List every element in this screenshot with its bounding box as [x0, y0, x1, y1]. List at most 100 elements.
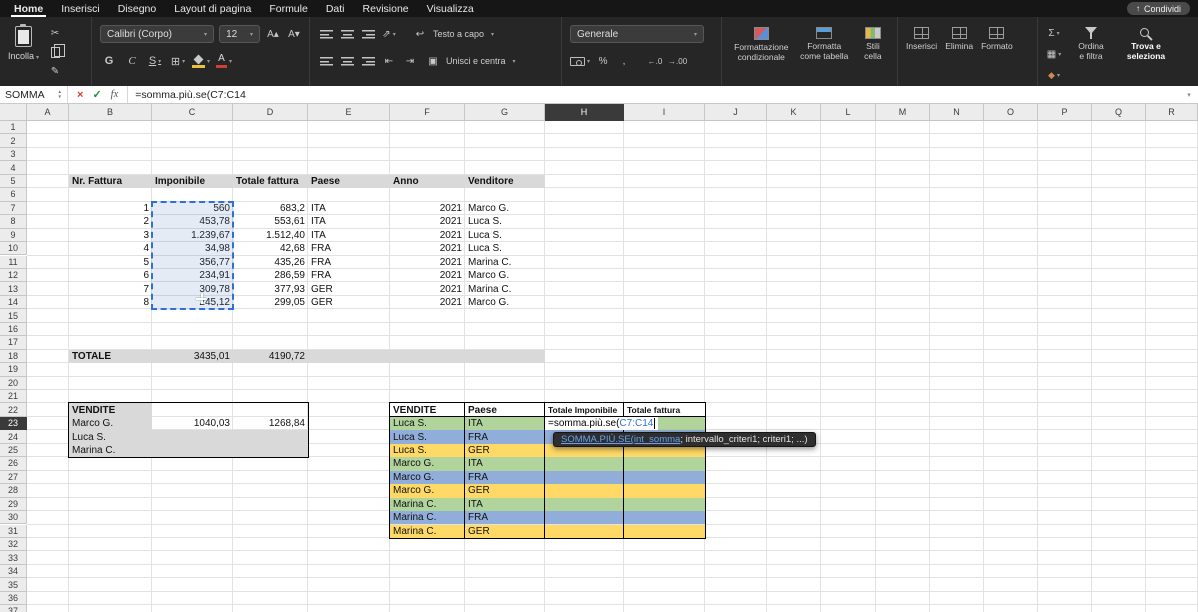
cell-D9[interactable]: 1.512,40 — [233, 229, 308, 242]
cell-I28[interactable] — [624, 484, 705, 497]
confirm-entry-button[interactable]: ✓ — [92, 88, 101, 101]
row-header-30[interactable]: 30 — [0, 511, 27, 524]
align-top-button[interactable] — [318, 27, 334, 42]
column-header-N[interactable]: N — [930, 104, 984, 121]
cell-B12[interactable]: 6 — [69, 269, 152, 282]
row-header-4[interactable]: 4 — [0, 161, 27, 174]
cell-C10[interactable]: 34,98 — [152, 242, 233, 255]
number-format-select[interactable]: Generale ▾ — [570, 25, 704, 43]
cell-F18[interactable] — [390, 350, 465, 363]
ribbon-tab-layout-di-pagina[interactable]: Layout di pagina — [174, 0, 251, 17]
cell-B23[interactable]: Marco G. — [69, 417, 152, 430]
cell-I31[interactable] — [624, 525, 705, 538]
row-header-21[interactable]: 21 — [0, 390, 27, 403]
cell-F26[interactable]: Marco G. — [390, 457, 465, 470]
cell-H29[interactable] — [545, 498, 624, 511]
cell-F9[interactable]: 2021 — [390, 229, 465, 242]
ribbon-tab-revisione[interactable]: Revisione — [363, 0, 409, 17]
cell-F29[interactable]: Marina C. — [390, 498, 465, 511]
column-header-M[interactable]: M — [876, 104, 930, 121]
fill-button[interactable]: ▦▾ — [1046, 47, 1062, 62]
tooltip-function-link[interactable]: SOMMA.PIÙ.SE(int_somma — [561, 434, 680, 445]
row-header-6[interactable]: 6 — [0, 188, 27, 201]
cell-F24[interactable]: Luca S. — [390, 430, 465, 443]
font-size-select[interactable]: 12 ▾ — [219, 25, 260, 43]
cell-G24[interactable]: FRA — [465, 430, 545, 443]
row-header-7[interactable]: 7 — [0, 202, 27, 215]
insert-cells-button[interactable]: Inserisci — [906, 24, 937, 84]
cell-H27[interactable] — [545, 471, 624, 484]
ribbon-tab-home[interactable]: Home — [14, 0, 43, 17]
format-cells-button[interactable]: Formato — [981, 24, 1013, 84]
row-header-9[interactable]: 9 — [0, 229, 27, 242]
cell-G14[interactable]: Marco G. — [465, 296, 545, 309]
select-all-corner[interactable] — [0, 104, 27, 121]
cell-G26[interactable]: ITA — [465, 457, 545, 470]
cell-E13[interactable]: GER — [308, 282, 390, 295]
row-header-11[interactable]: 11 — [0, 256, 27, 269]
increase-indent-button[interactable]: ⇥ — [402, 54, 418, 69]
cell-F14[interactable]: 2021 — [390, 296, 465, 309]
column-header-A[interactable]: A — [27, 104, 69, 121]
column-header-F[interactable]: F — [390, 104, 465, 121]
align-middle-button[interactable] — [339, 27, 355, 42]
cell-I29[interactable] — [624, 498, 705, 511]
cell-G27[interactable]: FRA — [465, 471, 545, 484]
cell-G18[interactable] — [465, 350, 545, 363]
cell-D18[interactable]: 4190,72 — [233, 350, 308, 363]
invoice-header-B5[interactable]: Nr. Fattura — [69, 175, 152, 188]
active-cell-editor[interactable]: =somma.più.se(C7:C14 — [545, 417, 658, 430]
invoice-header-D5[interactable]: Totale fattura — [233, 175, 308, 188]
ribbon-tab-inserisci[interactable]: Inserisci — [61, 0, 100, 17]
cell-B10[interactable]: 4 — [69, 242, 152, 255]
format-as-table-button[interactable]: Formatta come tabella — [799, 24, 850, 84]
row-header-32[interactable]: 32 — [0, 538, 27, 551]
column-header-D[interactable]: D — [233, 104, 308, 121]
row-header-37[interactable]: 37 — [0, 605, 27, 612]
cell-F27[interactable]: Marco G. — [390, 471, 465, 484]
row-header-26[interactable]: 26 — [0, 457, 27, 470]
borders-button[interactable]: ⊞▾ — [169, 53, 187, 70]
cell-G8[interactable]: Luca S. — [465, 215, 545, 228]
cell-B22[interactable]: VENDITE — [69, 403, 152, 416]
ribbon-tab-disegno[interactable]: Disegno — [118, 0, 157, 17]
cancel-entry-button[interactable]: × — [77, 89, 83, 101]
formula-input[interactable]: =somma.più.se(C7:C14 — [128, 86, 1180, 103]
cell-C9[interactable]: 1.239,67 — [152, 229, 233, 242]
cell-H30[interactable] — [545, 511, 624, 524]
decrease-indent-button[interactable]: ⇤ — [381, 54, 397, 69]
paste-button[interactable]: Incolla▾ — [8, 24, 39, 79]
name-box[interactable]: SOMMA ▲ ▼ — [0, 86, 68, 103]
cell-B9[interactable]: 3 — [69, 229, 152, 242]
cell-G7[interactable]: Marco G. — [465, 202, 545, 215]
merge-center-button[interactable]: ▣ — [425, 54, 441, 69]
cell-E9[interactable]: ITA — [308, 229, 390, 242]
ribbon-tab-formule[interactable]: Formule — [269, 0, 308, 17]
cell-F13[interactable]: 2021 — [390, 282, 465, 295]
cell-G31[interactable]: GER — [465, 525, 545, 538]
cell-F25[interactable]: Luca S. — [390, 444, 465, 457]
cell-G12[interactable]: Marco G. — [465, 269, 545, 282]
cell-B8[interactable]: 2 — [69, 215, 152, 228]
cell-F28[interactable]: Marco G. — [390, 484, 465, 497]
percent-format-button[interactable]: % — [595, 54, 611, 69]
row-header-33[interactable]: 33 — [0, 551, 27, 564]
cell-F31[interactable]: Marina C. — [390, 525, 465, 538]
cell-B13[interactable]: 7 — [69, 282, 152, 295]
cut-button[interactable]: ✂ — [47, 26, 63, 41]
column-header-G[interactable]: G — [465, 104, 545, 121]
cell-D23[interactable]: 1268,84 — [233, 417, 308, 430]
cell-C24[interactable] — [152, 430, 233, 443]
fill-color-button[interactable]: ▾ — [192, 53, 210, 70]
row-header-20[interactable]: 20 — [0, 377, 27, 390]
cell-D25[interactable] — [233, 444, 308, 457]
cell-D8[interactable]: 553,61 — [233, 215, 308, 228]
row-header-25[interactable]: 25 — [0, 444, 27, 457]
cell-E8[interactable]: ITA — [308, 215, 390, 228]
row-header-18[interactable]: 18 — [0, 350, 27, 363]
cell-F11[interactable]: 2021 — [390, 256, 465, 269]
row-header-28[interactable]: 28 — [0, 484, 27, 497]
column-header-R[interactable]: R — [1146, 104, 1198, 121]
row-header-29[interactable]: 29 — [0, 498, 27, 511]
cell-E12[interactable]: FRA — [308, 269, 390, 282]
